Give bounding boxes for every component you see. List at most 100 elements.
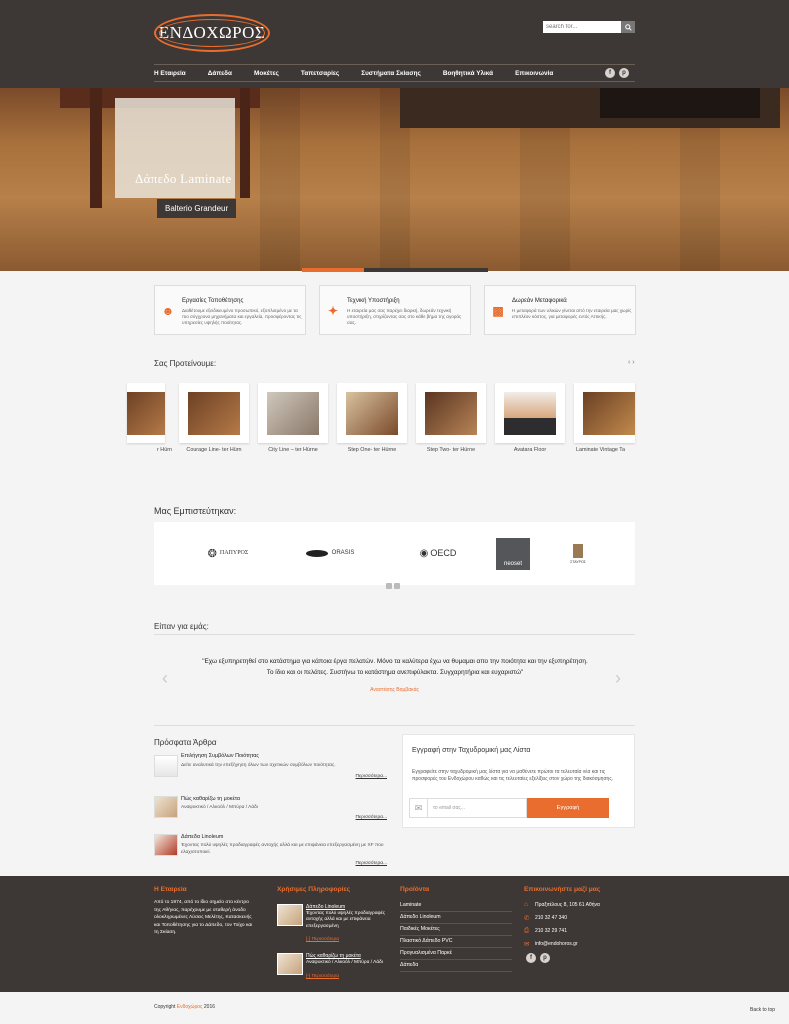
carousel-arrows: ‹ › [628,359,635,366]
facebook-icon[interactable]: f [605,68,615,78]
hero-slider [0,88,789,271]
back-to-top-link[interactable]: Back to top [750,1007,775,1013]
article-thumb[interactable] [154,834,178,856]
search-button[interactable] [621,21,635,33]
article-item: Δάπεδα Linoleum Έχοντας πολύ υψηλές προδ… [154,834,389,874]
article-title[interactable]: Δάπεδα Linoleum [181,834,223,840]
footer-fax: ⎙ 210 32 29 741 [524,927,567,934]
phone-icon: ✆ [524,915,530,922]
product-card[interactable] [258,383,328,443]
partners-heading: Μας Εμπιστεύτηκαν: [154,506,237,516]
product-card[interactable] [179,383,249,443]
site-header: ΕΝΔΟΧΩΡΟΣ Η Εταιρεία Δάπεδα Μοκέτες Ταπε… [0,0,789,88]
partner-logo[interactable]: ◉ OECD [408,542,468,564]
nav-company[interactable]: Η Εταιρεία [154,70,186,77]
footer-heading: Επικοινωνήστε μαζί μας [524,886,601,893]
search-box [543,21,635,33]
footer-product-link[interactable]: Πλαστικό Δάπεδο PVC [400,936,512,948]
feature-desc: Η εταιρεία μας σας παρέχει διαρκή, δωρεά… [347,308,462,325]
product-caption[interactable]: Laminate Vintage Ta [576,447,636,453]
product-card[interactable] [574,383,635,443]
product-caption[interactable]: Step One- ter Hürne [332,447,412,453]
site-footer: Η Εταιρεία Από το 1974, από το ίδιο σημε… [0,876,789,992]
copyright: Copyright Ενδοχώρος 2016 [154,1004,216,1010]
article-thumb[interactable] [154,755,178,777]
footer-product-link[interactable]: Προγυαλισμένα Παρκέ [400,948,512,960]
article-more-link[interactable]: Περισσότερα... [356,815,387,820]
product-caption[interactable]: Courage Line- ter Hürn [174,447,254,453]
article-desc: Έχοντας πολύ υψηλές προδιαγραφές αντοχής… [181,843,384,855]
footer-article-thumb[interactable] [277,953,303,975]
hero-subtitle[interactable]: Balterio Grandeur [157,199,237,218]
copyright-brand[interactable]: Ενδοχώρος [177,1004,203,1010]
footer-product-link[interactable]: Παιδικές Μοκέτες [400,924,512,936]
search-input[interactable] [543,21,621,33]
article-item: Πώς καθαρίζω τη μοκέτα Αναψυκτικό / Αλκο… [154,796,389,836]
footer-article-more[interactable]: [-] Περισσότερα [306,974,339,979]
site-logo[interactable]: ΕΝΔΟΧΩΡΟΣ [154,14,270,52]
pager-dot[interactable] [394,583,400,589]
main-nav: Η Εταιρεία Δάπεδα Μοκέτες Ταπετσαρίες Συ… [154,64,635,82]
footer-article-desc: Έχοντας πολύ υψηλές προδιαγραφές αντοχής… [306,911,386,929]
footer-info: Χρήσιμες Πληροφορίες [277,886,350,899]
testimonial-prev-icon[interactable]: ‹ [162,668,168,689]
facebook-icon[interactable]: f [526,953,536,963]
footer-article-title[interactable]: Πώς καθαρίζω τη μοκέτα [306,953,361,959]
partner-logo[interactable]: neoset [496,538,530,570]
newsletter-box: Εγγραφή στην Ταχυδρομική μας Λίστα Εγγρα… [402,734,635,828]
newsletter-subscribe-button[interactable]: Εγγραφή [527,798,609,818]
slide-dot-1[interactable] [302,268,364,272]
product-card[interactable] [127,383,165,443]
product-caption[interactable]: Step Two- ter Hürne [411,447,491,453]
footer-heading: Η Εταιρεία [154,886,187,893]
truck-icon: ▩ [492,304,504,318]
envelope-icon: ✉ [410,799,428,817]
footer-article-more[interactable]: [-] Περισσότερα [306,937,339,942]
testimonials-heading: Είπαν για εμάς: [154,622,209,631]
footer-product-link[interactable]: Δάπεδα [400,960,512,972]
footer-article-title[interactable]: Δάπεδο Linoleum [306,904,345,910]
product-card[interactable] [337,383,407,443]
nav-contact[interactable]: Επικοινωνία [515,70,553,77]
testimonial-next-icon[interactable]: › [615,668,621,689]
article-title[interactable]: Επιλήγηση Συμβόλων Ποιότητας [181,753,259,759]
article-title[interactable]: Πώς καθαρίζω τη μοκέτα [181,796,240,802]
feature-desc: Διαθέτουμε εξειδικευμένο προσωπικό, εξοπ… [182,308,302,325]
footer-phone[interactable]: ✆ 210 32 47 340 [524,914,567,922]
slide-dot-3[interactable] [426,268,488,272]
newsletter-desc: Εγγραφείτε στην ταχυδρομική μας λίστα γι… [412,769,614,782]
product-caption[interactable]: City Line – ter Hürne [253,447,333,453]
slider-pager [302,268,488,272]
product-caption[interactable]: r Hürn [110,447,172,453]
pinterest-icon[interactable]: p [540,953,550,963]
nav-materials[interactable]: Βοηθητικά Υλικά [443,70,493,77]
pager-dot[interactable] [386,583,392,589]
slide-dot-2[interactable] [364,268,426,272]
nav-wallpapers[interactable]: Ταπετσαρίες [301,70,339,77]
nav-floors[interactable]: Δάπεδα [208,70,232,77]
recommend-heading: Σας Προτείνουμε: [154,359,217,368]
prev-arrow-icon[interactable]: ‹ [628,359,630,366]
partner-logo[interactable]: ΣΤΑΥΡΟΣ [566,538,590,570]
partner-logo[interactable]: ❂ ΠΑΠΥΡΟΣ [198,542,258,564]
feature-support: ✦ Τεχνική Υποστήριξη Η εταιρεία μας σας … [319,285,471,335]
footer-email[interactable]: ✉ info@endohoros.gr [524,940,578,948]
envelope-icon: ✉ [524,941,530,948]
footer-product-link[interactable]: Δάπεδο Linoleum [400,912,512,924]
partner-logo[interactable]: ORASIS [300,544,360,562]
next-arrow-icon[interactable]: › [632,359,634,366]
newsletter-email-field[interactable]: ✉ το email σας... [409,798,527,818]
product-card[interactable] [416,383,486,443]
footer-heading: Προϊόντα [400,886,430,893]
nav-shading[interactable]: Συστήματα Σκίασης [361,70,421,77]
product-card[interactable] [495,383,565,443]
footer-product-link[interactable]: Laminate [400,900,512,912]
pinterest-icon[interactable]: p [619,68,629,78]
article-more-link[interactable]: Περισσότερα... [356,774,387,779]
footer-article-thumb[interactable] [277,904,303,926]
article-thumb[interactable] [154,796,178,818]
article-more-link[interactable]: Περισσότερα... [356,861,387,866]
product-caption[interactable]: Avatara Floor [490,447,570,453]
nav-carpets[interactable]: Μοκέτες [254,70,279,77]
home-icon: ⌂ [524,901,528,908]
